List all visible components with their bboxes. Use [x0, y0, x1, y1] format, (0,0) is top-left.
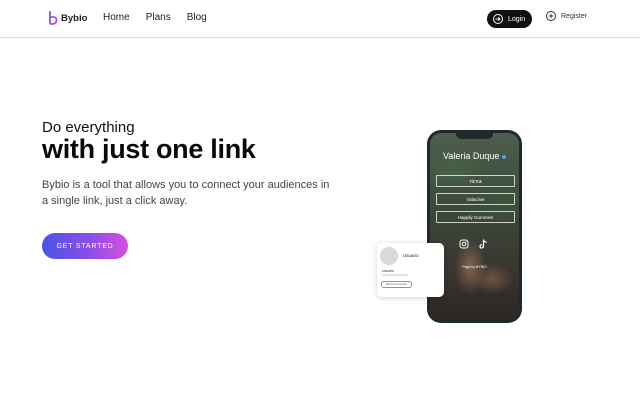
profile-name: Valeria Duque	[430, 151, 519, 161]
top-header: Bybio Home Plans Blog Login Register	[0, 0, 640, 38]
profile-link-3[interactable]: Happily Gummies	[436, 211, 515, 223]
bybio-logo-icon	[49, 11, 58, 25]
hero-description: Bybio is a tool that allows you to conne…	[42, 179, 330, 207]
profile-link-1[interactable]: TikTok	[436, 175, 515, 187]
nav-plans[interactable]: Plans	[146, 12, 171, 23]
card-user-label: Usuario	[403, 253, 419, 258]
login-label: Login	[508, 15, 526, 23]
card-link-chip[interactable]: Bybio.com/usuario	[381, 281, 412, 288]
card-name-label: Usuario	[382, 269, 395, 273]
nav-blog[interactable]: Blog	[187, 12, 207, 23]
user-preview-card: Usuario Usuario Bybio.com/usuario	[377, 243, 444, 297]
hero-title: with just one link	[42, 134, 256, 164]
phone-notch	[456, 133, 493, 139]
get-started-button[interactable]: GET STARTED	[42, 233, 128, 259]
profile-name-text: Valeria Duque	[443, 151, 500, 161]
brand-logo[interactable]: Bybio	[48, 11, 87, 25]
instagram-icon[interactable]	[459, 239, 469, 249]
nav-home[interactable]: Home	[103, 12, 130, 23]
register-label: Register	[561, 12, 588, 20]
avatar	[380, 247, 398, 265]
profile-link-2[interactable]: Valactive	[436, 193, 515, 205]
verified-icon	[501, 154, 506, 159]
tiktok-icon[interactable]	[478, 239, 488, 249]
login-button[interactable]: Login	[487, 10, 532, 28]
card-placeholder-line	[382, 274, 408, 276]
register-button[interactable]: Register	[546, 11, 587, 21]
brand-name: Bybio	[61, 12, 88, 24]
login-arrow-icon	[493, 14, 503, 24]
social-icons	[459, 239, 488, 249]
main-nav: Home Plans Blog	[103, 12, 207, 23]
plus-circle-icon	[546, 11, 556, 21]
